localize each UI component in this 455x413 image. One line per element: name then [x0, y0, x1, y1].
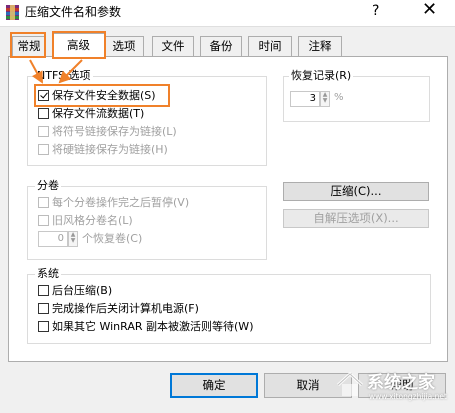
background-compress-checkbox[interactable]: 后台压缩(B): [38, 283, 112, 299]
checkbox-box[interactable]: [38, 285, 49, 296]
pause-between-volumes-label: 每个分卷操作完之后暂停(V): [52, 196, 190, 209]
watermark: 系统之家 www.xitongzhijia.net: [335, 366, 453, 408]
save-security-checkbox[interactable]: 保存文件安全数据(S): [38, 88, 156, 104]
symlinks-label: 将符号链接保存为链接(L): [52, 125, 177, 138]
old-style-names-label: 旧风格分卷名(L): [52, 214, 133, 227]
split-group-title: 分卷: [35, 179, 61, 192]
watermark-url: www.xitongzhijia.net: [369, 392, 447, 401]
recovery-group-title: 恢复记录(R): [289, 69, 354, 82]
system-group-title: 系统: [35, 267, 61, 280]
recovery-spin-arrows[interactable]: ▲ ▼: [320, 91, 330, 107]
recovery-volumes-spin-arrows[interactable]: ▲ ▼: [68, 231, 78, 247]
checkbox-box[interactable]: [38, 144, 49, 155]
tab-options[interactable]: 选项: [104, 36, 144, 56]
close-button[interactable]: ✕: [422, 0, 437, 21]
winrar-icon: [6, 5, 19, 20]
recovery-unit: %: [334, 92, 344, 103]
recovery-percent-input[interactable]: 3: [290, 91, 320, 107]
ok-button[interactable]: 确定: [170, 373, 258, 398]
shutdown-after-checkbox[interactable]: 完成操作后关闭计算机电源(F): [38, 301, 199, 317]
title-bar: 压缩文件名和参数 ? ✕: [0, 0, 455, 26]
checkbox-box[interactable]: [38, 90, 49, 101]
recovery-volumes-value: 0: [57, 233, 64, 244]
recovery-volumes-label: 个恢复卷(C): [82, 232, 143, 245]
tab-comment[interactable]: 注释: [298, 36, 342, 56]
wait-other-copies-checkbox[interactable]: 如果其它 WinRAR 副本被激活则等待(W): [38, 319, 253, 335]
shutdown-after-label: 完成操作后关闭计算机电源(F): [52, 302, 199, 315]
symlinks-checkbox[interactable]: 将符号链接保存为链接(L): [38, 124, 177, 140]
checkbox-box[interactable]: [38, 197, 49, 208]
hardlinks-label: 将硬链接保存为链接(H): [52, 143, 168, 156]
tab-general[interactable]: 常规: [12, 36, 46, 56]
checkbox-box[interactable]: [38, 321, 49, 332]
help-title-button[interactable]: ?: [372, 2, 379, 20]
save-streams-checkbox[interactable]: 保存文件流数据(T): [38, 106, 144, 122]
old-style-names-checkbox[interactable]: 旧风格分卷名(L): [38, 213, 133, 229]
pause-between-volumes-checkbox[interactable]: 每个分卷操作完之后暂停(V): [38, 195, 189, 211]
watermark-text: 系统之家: [367, 373, 435, 393]
tab-backup[interactable]: 备份: [200, 36, 242, 56]
save-streams-label: 保存文件流数据(T): [52, 107, 145, 120]
wait-other-copies-label: 如果其它 WinRAR 副本被激活则等待(W): [52, 320, 254, 333]
hardlinks-checkbox[interactable]: 将硬链接保存为链接(H): [38, 142, 168, 158]
tab-files[interactable]: 文件: [152, 36, 194, 56]
tab-time[interactable]: 时间: [248, 36, 292, 56]
sfx-options-button[interactable]: 自解压选项(X)...: [283, 209, 429, 228]
ntfs-group-title: NTFS 选项: [35, 69, 93, 82]
house-logo-icon: [336, 371, 364, 396]
checkbox-box[interactable]: [38, 215, 49, 226]
recovery-percent-value: 3: [309, 93, 316, 104]
compress-button[interactable]: 压缩(C)...: [283, 182, 429, 201]
tab-advanced[interactable]: 高级: [52, 33, 105, 57]
window-title: 压缩文件名和参数: [25, 5, 122, 19]
checkbox-box[interactable]: [38, 303, 49, 314]
checkbox-box[interactable]: [38, 126, 49, 137]
save-security-label: 保存文件安全数据(S): [52, 89, 156, 102]
checkbox-box[interactable]: [38, 108, 49, 119]
recovery-volumes-input[interactable]: 0: [38, 231, 68, 247]
background-compress-label: 后台压缩(B): [52, 284, 113, 297]
